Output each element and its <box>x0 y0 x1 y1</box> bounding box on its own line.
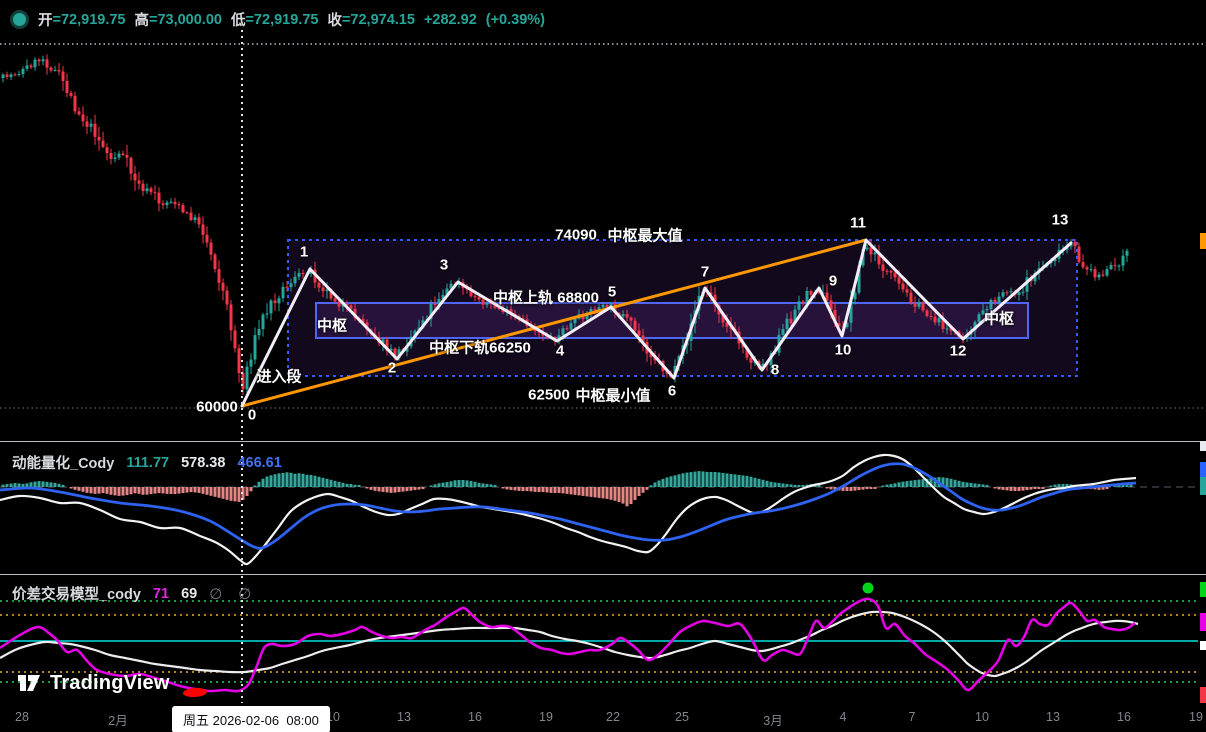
time-axis-label: 3月 <box>763 710 782 729</box>
chart-annotation: 中枢上轨 68800 <box>493 287 599 308</box>
price-label-sliver <box>1200 233 1206 249</box>
chart-annotation: 中枢最大值 <box>607 225 682 246</box>
pivot-number-label: 1 <box>300 244 308 261</box>
ohlc-legend[interactable]: 开=72,919.75 高=73,000.00 低=72,919.75 收=72… <box>10 9 545 30</box>
pivot-number-label: 8 <box>771 362 779 379</box>
pane-separator[interactable] <box>0 441 1206 442</box>
time-axis-label: 28 <box>15 710 29 724</box>
buy-signal-dot <box>863 583 874 594</box>
pivot-number-label: 3 <box>440 257 448 274</box>
time-axis-label: 10 <box>975 710 989 724</box>
spread-null-value: ∅ <box>238 585 255 603</box>
price-label-sliver <box>1200 641 1206 650</box>
spread-magenta-line <box>0 599 1135 691</box>
change-percent: (+0.39%) <box>486 12 545 28</box>
price-label-sliver <box>1200 462 1206 477</box>
tradingview-chart-window: 开=72,919.75 高=73,000.00 低=72,919.75 收=72… <box>0 0 1206 732</box>
pivot-number-label: 4 <box>556 343 564 360</box>
spread-white-line <box>0 612 1138 676</box>
time-axis-label: 7 <box>909 710 916 724</box>
chart-annotation: 74090 <box>555 227 597 244</box>
time-axis-label: 13 <box>1046 710 1060 724</box>
crosshair-date-tooltip: 周五 2026-02-06 08:00 <box>172 706 330 732</box>
pivot-number-label: 0 <box>248 407 256 424</box>
price-label-sliver <box>1200 582 1206 597</box>
change-value: +282.92 <box>424 12 477 28</box>
pivot-number-label: 6 <box>668 383 676 400</box>
momentum-indicator-title[interactable]: 动能量化_Cody <box>12 452 114 473</box>
time-axis-label: 22 <box>606 710 620 724</box>
chart-annotation: 62500 <box>528 387 570 404</box>
momentum-value-2: 578.38 <box>181 455 225 471</box>
chart-annotation: 中枢 <box>984 308 1014 329</box>
momentum-blue-line <box>0 464 1136 549</box>
time-axis-label: 19 <box>539 710 553 724</box>
momentum-indicator-legend[interactable]: 动能量化_Cody 111.77 578.38 466.61 <box>12 452 282 473</box>
chart-annotation: 60000 <box>196 399 238 416</box>
spread-indicator-legend[interactable]: 价差交易模型_cody 71 69 ∅ ∅ <box>12 583 255 604</box>
chart-canvas[interactable] <box>0 0 1206 732</box>
spread-indicator-title[interactable]: 价差交易模型_cody <box>12 583 141 604</box>
spread-value-1: 71 <box>153 586 169 602</box>
pivot-number-label: 5 <box>608 284 616 301</box>
low-value: 低=72,919.75 <box>231 9 318 30</box>
high-value: 高=73,000.00 <box>134 9 221 30</box>
spread-null-value: ∅ <box>209 585 226 603</box>
tradingview-wordmark: TradingView <box>50 672 170 695</box>
pane-separator[interactable] <box>0 574 1206 575</box>
price-label-sliver <box>1200 477 1206 495</box>
chart-annotation: 中枢下轨66250 <box>429 337 531 358</box>
time-axis-label: 25 <box>675 710 689 724</box>
chart-annotation: 中枢最小值 <box>575 385 650 406</box>
pivot-number-label: 10 <box>835 342 852 359</box>
time-axis-label: 13 <box>397 710 411 724</box>
chart-annotation: 进入段 <box>256 366 301 387</box>
time-axis-label: 2月 <box>108 710 127 729</box>
tradingview-logo[interactable]: TradingView <box>16 670 170 696</box>
pivot-number-label: 9 <box>829 273 837 290</box>
price-label-sliver <box>1200 441 1206 451</box>
time-axis-label: 16 <box>1117 710 1131 724</box>
pivot-number-label: 7 <box>701 264 709 281</box>
pivot-number-label: 13 <box>1052 212 1069 229</box>
pivot-number-label: 12 <box>950 343 967 360</box>
time-axis-label: 4 <box>840 710 847 724</box>
time-axis-label: 19 <box>1189 710 1203 724</box>
price-label-sliver <box>1200 687 1206 703</box>
momentum-value-1: 111.77 <box>126 455 169 471</box>
series-marker-icon <box>10 10 29 29</box>
spread-value-2: 69 <box>181 586 197 602</box>
momentum-value-3: 466.61 <box>237 455 281 471</box>
pivot-number-label: 2 <box>388 360 396 377</box>
time-axis-label: 16 <box>468 710 482 724</box>
chart-annotation: 中枢 <box>317 315 347 336</box>
price-label-sliver <box>1200 613 1206 631</box>
pivot-number-label: 11 <box>850 215 866 232</box>
close-value: 收=72,974.15 <box>327 9 414 30</box>
open-value: 开=72,919.75 <box>38 9 125 30</box>
tradingview-mark-icon <box>16 670 43 696</box>
